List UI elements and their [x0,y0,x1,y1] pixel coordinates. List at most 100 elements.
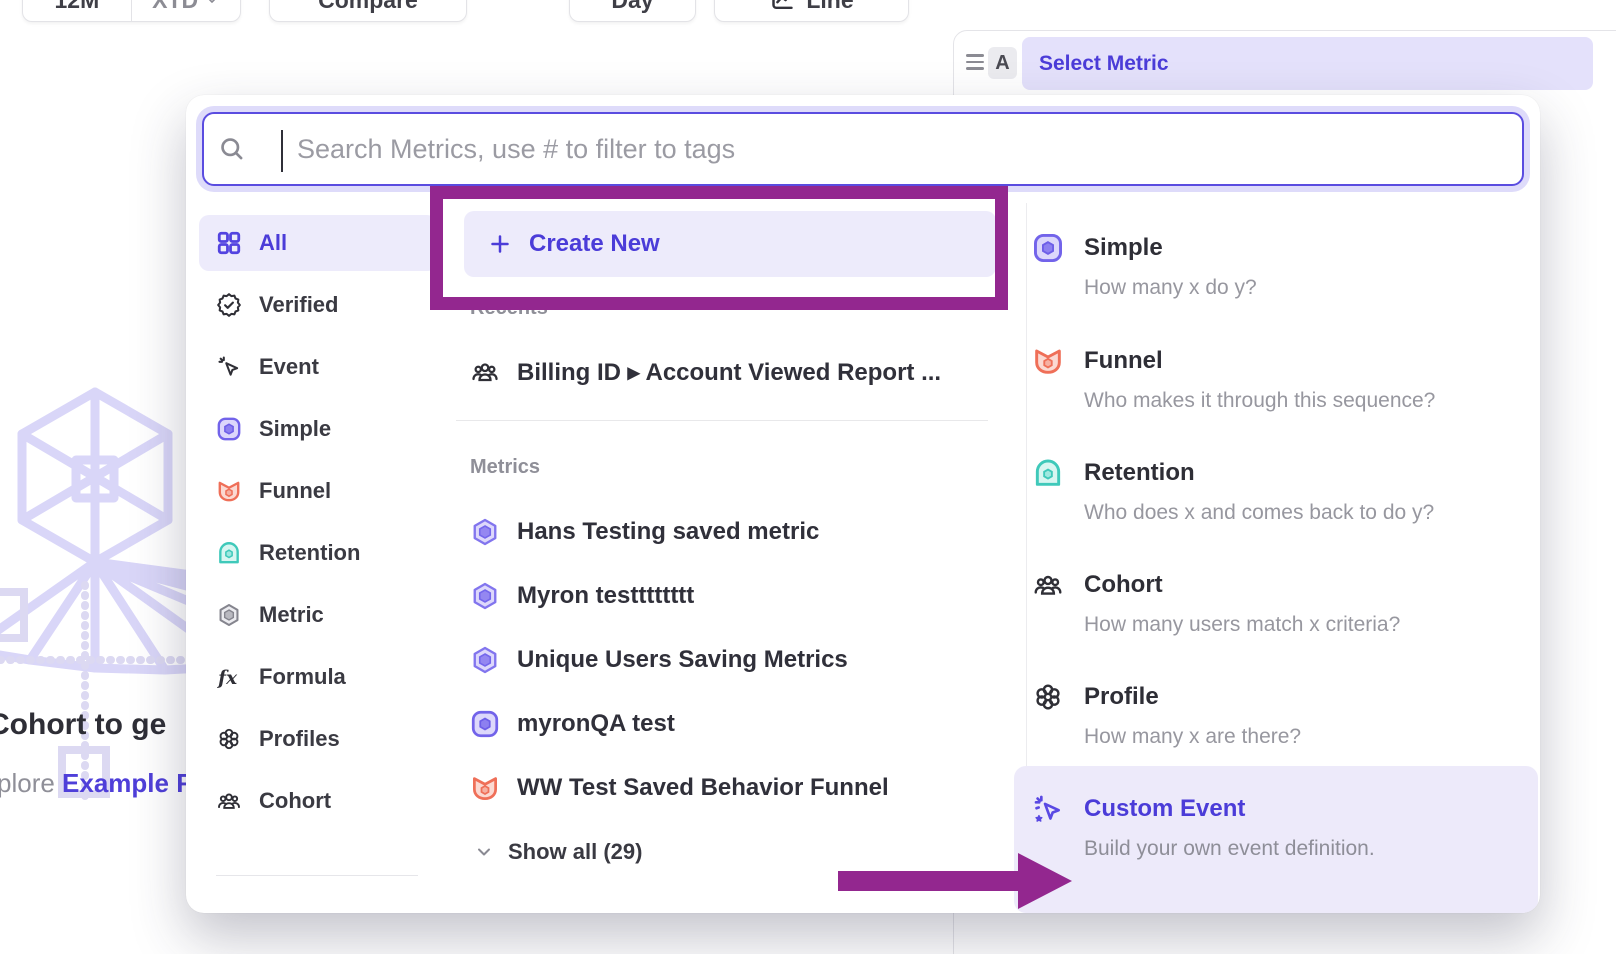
sidebar-label: Formula [259,664,346,690]
profiles-flower-icon [216,726,242,752]
sidebar-item-retention[interactable]: Retention [199,525,437,581]
mixpanel-report-screen: Cohort to ge xplore Example R 12M XTD Co… [0,0,1616,954]
metric-search-input[interactable] [293,134,1522,165]
simple-metric-icon [470,709,500,739]
metric-list-item[interactable]: Myron testttttttt [470,571,694,621]
range-12m-label: 12M [55,0,100,14]
type-simple-desc: How many x do y? [1084,276,1257,300]
simple-metric-icon [1032,232,1064,264]
tag-icon [216,911,240,913]
range-xtd-button[interactable]: XTD [132,0,240,21]
range-xtd-label: XTD [152,0,198,14]
range-12m-button[interactable]: 12M [23,0,131,21]
show-all-toggle[interactable]: Show all (29) [474,835,642,869]
type-profile-title[interactable]: Profile [1084,683,1159,711]
metric-list-item[interactable]: Unique Users Saving Metrics [470,635,848,685]
sidebar-item-cohort[interactable]: Cohort [199,773,437,829]
funnel-icon [216,478,242,504]
funnel-icon [1032,345,1064,377]
cohort-people-icon [470,357,500,387]
metric-list-item[interactable]: myronQA test [470,699,675,749]
simple-metric-icon [216,416,242,442]
annotation-highlight-box [430,186,1008,310]
metric-item-label: WW Test Saved Behavior Funnel [517,774,889,802]
day-label: Day [611,0,653,14]
custom-event-icon [1032,793,1064,825]
background-subline-text: xplore [0,768,62,798]
sidebar-label: Verified [259,292,338,318]
metric-item-label: Myron testttttttt [517,582,694,610]
metric-item-label: Unique Users Saving Metrics [517,646,848,674]
line-label: Line [806,0,853,14]
retention-icon [1032,457,1064,489]
sidebar-item-partial[interactable]: T [199,895,437,913]
sidebar-label: Metric [259,602,324,628]
line-chart-icon [769,0,796,14]
sidebar-item-verified[interactable]: Verified [199,277,437,333]
compare-button[interactable]: Compare [269,0,467,22]
series-a-badge: A [988,47,1017,79]
chevron-down-icon [204,0,220,8]
metric-item-label: Hans Testing saved metric [517,518,819,546]
verified-badge-icon [216,292,242,318]
sidebar-label: Retention [259,540,360,566]
metric-list-item[interactable]: Hans Testing saved metric [470,507,819,557]
saved-metric-hexagon-icon [470,645,500,675]
recent-item-label: Billing ID ▸ Account Viewed Report ... [517,358,941,387]
section-divider [456,420,988,421]
granularity-day-button[interactable]: Day [569,0,696,22]
chart-type-line-button[interactable]: Line [714,0,909,22]
metrics-section-title: Metrics [470,456,540,479]
text-cursor [281,130,283,172]
sidebar-label: Event [259,354,319,380]
type-custom-event-desc: Build your own event definition. [1084,837,1375,861]
type-cohort-desc: How many users match x criteria? [1084,613,1400,637]
sidebar-item-funnel[interactable]: Funnel [199,463,437,519]
type-cohort-title[interactable]: Cohort [1084,571,1163,599]
select-metric-label: Select Metric [1039,52,1169,76]
drag-handle-icon[interactable] [966,54,984,70]
background-subline: xplore Example R [0,768,195,799]
sidebar-label: T [257,910,270,913]
metric-search-box[interactable] [202,112,1524,186]
sidebar-label: Cohort [259,788,331,814]
saved-metric-hexagon-icon [470,517,500,547]
type-simple-title[interactable]: Simple [1084,234,1163,262]
cohort-people-icon [1032,569,1064,601]
select-metric-slot[interactable]: Select Metric [1022,37,1593,90]
metric-list-item[interactable]: WW Test Saved Behavior Funnel [470,763,889,813]
example-link[interactable]: Example R [62,768,195,798]
sidebar-divider [216,875,418,876]
sidebar-item-formula[interactable]: Formula [199,649,437,705]
show-all-label: Show all (29) [508,839,642,865]
event-cursor-icon [216,354,242,380]
sidebar-item-all[interactable]: All [199,215,437,271]
sidebar-item-metric[interactable]: Metric [199,587,437,643]
sidebar-label: Profiles [259,726,340,752]
type-retention-title[interactable]: Retention [1084,459,1195,487]
background-headline-fragment: Cohort to ge [0,708,166,742]
recent-item[interactable]: Billing ID ▸ Account Viewed Report ... [470,347,941,397]
type-funnel-title[interactable]: Funnel [1084,347,1163,375]
annotation-arrow [830,845,1080,920]
sidebar-item-simple[interactable]: Simple [199,401,437,457]
formula-fx-icon [216,664,242,690]
profiles-flower-icon [1032,681,1064,713]
retention-icon [216,540,242,566]
sidebar-label: Simple [259,416,331,442]
metric-item-label: myronQA test [517,710,675,738]
sidebar-label: Funnel [259,478,331,504]
funnel-icon [470,773,500,803]
grid-icon [216,230,242,256]
compare-label: Compare [318,0,418,14]
saved-metric-hexagon-icon [470,581,500,611]
type-custom-event-title[interactable]: Custom Event [1084,795,1245,823]
type-retention-desc: Who does x and comes back to do y? [1084,501,1434,525]
sidebar-item-profiles[interactable]: Profiles [199,711,437,767]
chevron-down-icon [474,842,494,862]
cohort-people-icon [216,788,242,814]
type-profile-desc: How many x are there? [1084,725,1301,749]
type-funnel-desc: Who makes it through this sequence? [1084,389,1435,413]
search-icon [218,135,246,163]
sidebar-item-event[interactable]: Event [199,339,437,395]
